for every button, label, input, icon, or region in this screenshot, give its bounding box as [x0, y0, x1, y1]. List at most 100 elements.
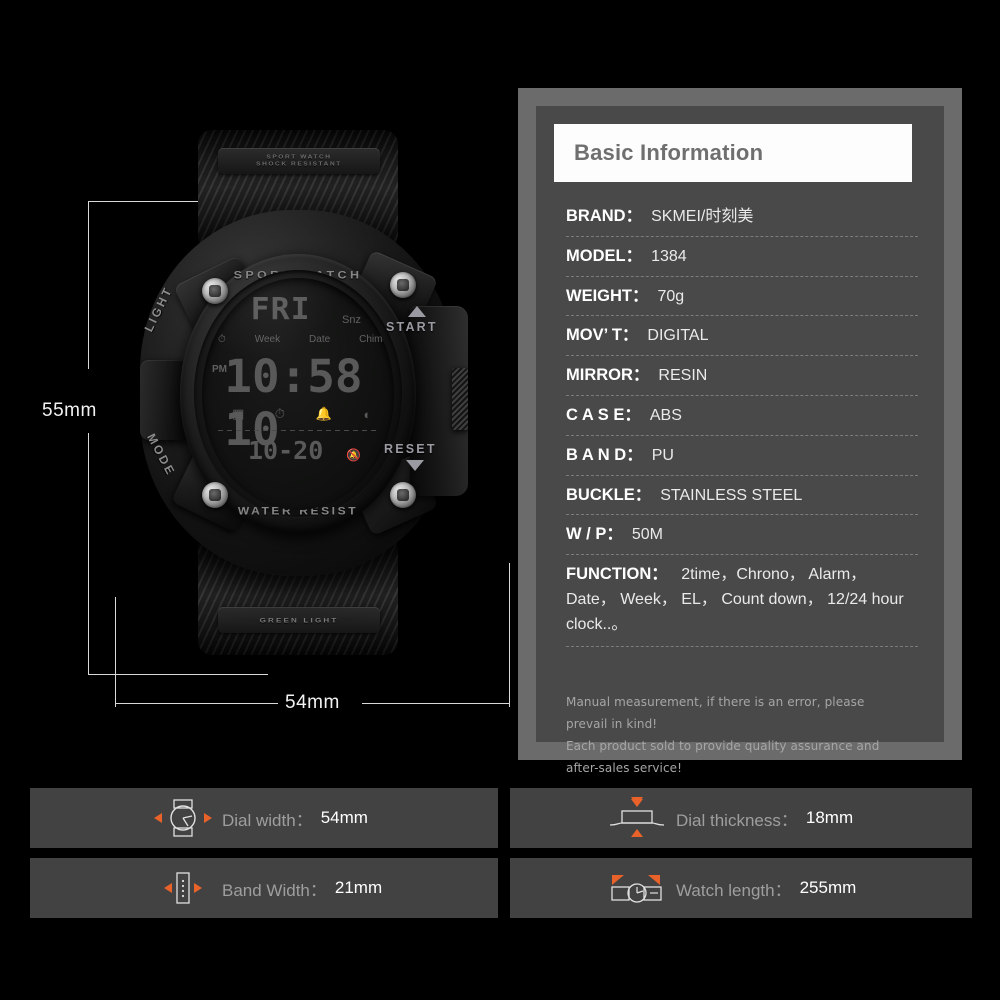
card-value: 18mm: [805, 808, 854, 827]
button-label-light[interactable]: LIGHT: [141, 284, 175, 334]
lcd-divider: [218, 430, 380, 431]
spec-value: RESIN: [658, 367, 708, 385]
disclaimer-line-2: Each product sold to provide quality ass…: [566, 737, 880, 775]
spec-value: STAINLESS STEEL: [660, 486, 803, 504]
spec-row-band: B A N D ： PU: [566, 441, 918, 476]
spec-label: MIRROR: [566, 366, 633, 385]
watch-photo-area: 55mm 54mm SPORT WATCH SHOCK RESISTANT GR…: [0, 0, 510, 775]
spec-value: 50M: [631, 526, 663, 544]
watch-image: SPORT WATCH SHOCK RESISTANT GREEN LIGHT: [110, 130, 485, 655]
case-screw: [202, 278, 228, 304]
spec-label: WEIGHT: [566, 286, 632, 305]
card-value: 21mm: [334, 878, 383, 897]
page-title: Basic Information: [574, 140, 764, 165]
card-dial-width: Dial width： 54mm: [30, 788, 498, 848]
signal-icon: ◖: [362, 406, 370, 422]
spec-value: DIGITAL: [647, 327, 709, 345]
watch-length-icon: [602, 866, 672, 910]
spec-label: FUNCTION: [566, 565, 652, 584]
card-label: Watch length：: [676, 880, 792, 900]
spec-colon: ：: [624, 405, 641, 424]
bell-icon: 🔔: [315, 406, 332, 421]
watch-thickness-icon: [602, 796, 672, 840]
product-spec-page: 55mm 54mm SPORT WATCH SHOCK RESISTANT GR…: [0, 0, 1000, 1000]
lcd-label-chime: Chime: [359, 334, 388, 345]
spec-row-weight: WEIGHT ： 70g: [566, 282, 918, 317]
spec-colon: ：: [625, 207, 643, 225]
height-dimension-line-lower: [88, 433, 89, 675]
spec-row-water-resistance: W / P ： 50M: [566, 520, 918, 556]
spec-row-brand: BRAND ： SKMEI/时刻美: [566, 200, 918, 237]
watch-dial-width-icon: [148, 796, 218, 840]
case-screw: [390, 272, 416, 298]
stopwatch-icon: ⏱: [274, 406, 285, 421]
watch-lcd-display: FRI Snz ⏱ Week Date Chime PM 10:58 10 ▦ …: [202, 278, 394, 510]
height-dimension-label: 55mm: [42, 400, 97, 421]
calendar-icon: ▦: [232, 406, 245, 421]
spec-row-mirror: MIRROR ： RESIN: [566, 361, 918, 396]
card-label: Dial thickness：: [676, 810, 798, 830]
button-label-reset[interactable]: RESET: [384, 442, 437, 456]
spec-label: MOV’ T: [566, 326, 622, 345]
spec-label: BRAND: [566, 207, 626, 225]
spec-colon: ：: [651, 565, 668, 584]
spec-row-movement: MOV’ T ： DIGITAL: [566, 321, 918, 357]
spec-panel: Basic Information BRAND ： SKMEI/时刻美 MODE…: [536, 106, 944, 775]
spec-value: PU: [651, 446, 674, 464]
triangle-up-icon: [408, 306, 426, 317]
disclaimer-note: Manual measurement, if there is an error…: [566, 691, 918, 779]
height-dimension-line-upper: [88, 201, 89, 369]
button-label-start[interactable]: START: [386, 320, 438, 334]
spec-colon: ：: [632, 366, 650, 385]
spec-row-model: MODEL ： 1384: [566, 242, 918, 277]
spec-colon: ：: [632, 286, 649, 305]
spec-value: 1384: [651, 247, 687, 265]
strap-top-text-line1: SPORT WATCH: [266, 154, 332, 161]
watch-case: SPORT WATCH WATER RESIST FRI Snz ⏱ Week …: [140, 210, 468, 576]
spec-label: W / P: [566, 525, 607, 544]
strap-bottom-plate: GREEN LIGHT: [218, 607, 380, 633]
card-watch-length: Watch length： 255mm: [510, 858, 972, 918]
card-band-width: Band Width： 21mm: [30, 858, 498, 918]
card-label: Band Width：: [222, 880, 327, 900]
spec-colon: ：: [634, 485, 652, 504]
spec-label: BUCKLE: [566, 485, 635, 504]
spec-label: B A N D: [566, 445, 627, 464]
spec-row-function: FUNCTION： 2time，Chrono， Alarm， Date， Wee…: [566, 560, 918, 647]
width-dimension-label: 54mm: [285, 692, 340, 713]
case-screw: [202, 482, 228, 508]
spec-panel-frame: Basic Information BRAND ： SKMEI/时刻美 MODE…: [518, 88, 962, 775]
spec-label: MODEL: [566, 246, 626, 265]
spec-row-case: C A S E ： ABS: [566, 401, 918, 436]
spec-colon: ：: [621, 326, 639, 345]
width-dimension-line-left: [115, 703, 278, 704]
width-dimension-tick-right: [509, 563, 510, 707]
strap-top-plate: SPORT WATCH SHOCK RESISTANT: [218, 148, 380, 174]
triangle-down-icon: [406, 460, 424, 471]
disclaimer-line-1: Manual measurement, if there is an error…: [566, 694, 865, 731]
bell-mute-icon: 🔕: [346, 448, 361, 462]
case-screw: [390, 482, 416, 508]
watch-crown: [452, 368, 468, 430]
spec-list: BRAND ： SKMEI/时刻美 MODEL ： 1384 WEIGHT ： …: [566, 200, 918, 652]
spec-value: 70g: [657, 287, 685, 305]
card-value: 54mm: [320, 808, 368, 827]
spec-colon: ：: [606, 525, 623, 544]
spec-label: C A S E: [566, 405, 625, 424]
spec-colon: ：: [625, 246, 643, 265]
width-dimension-line-right: [362, 703, 510, 704]
card-value: 255mm: [799, 878, 857, 897]
strap-top-text-line2: SHOCK RESISTANT: [256, 161, 342, 168]
spec-colon: ：: [626, 445, 643, 464]
spec-row-buckle: BUCKLE ： STAINLESS STEEL: [566, 481, 918, 516]
measurement-cards: Dial width： 54mm Dial thickness： 18mm Ba…: [0, 782, 1000, 922]
spec-value: ABS: [649, 406, 682, 424]
band-width-icon: [148, 866, 218, 910]
strap-bottom-text: GREEN LIGHT: [259, 616, 339, 624]
lcd-sub-display: 10-20: [248, 436, 324, 465]
card-label: Dial width：: [222, 810, 313, 830]
lcd-status-icons: ▦ ⏱ 🔔 ◖: [232, 406, 370, 422]
card-dial-thickness: Dial thickness： 18mm: [510, 788, 972, 848]
spec-value: SKMEI/时刻美: [651, 208, 754, 225]
spec-panel-title-bar: Basic Information: [554, 124, 912, 182]
